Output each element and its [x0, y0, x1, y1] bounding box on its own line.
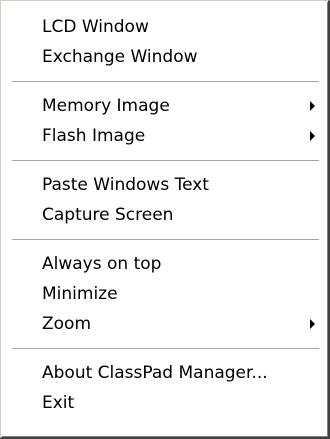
- submenu-arrow-icon: [310, 319, 315, 329]
- menu-item-label: LCD Window: [42, 17, 149, 37]
- submenu-arrow-icon: [310, 101, 315, 111]
- menu-item-about[interactable]: About ClassPad Manager...: [4, 358, 325, 388]
- menu-item-label: Memory Image: [42, 96, 170, 116]
- menu-separator: [12, 239, 319, 240]
- menu-item-flash-image[interactable]: Flash Image: [4, 121, 325, 151]
- menu-item-memory-image[interactable]: Memory Image: [4, 91, 325, 121]
- menu-item-capture-screen[interactable]: Capture Screen: [4, 200, 325, 230]
- menu-separator: [12, 348, 319, 349]
- menu-item-label: Flash Image: [42, 126, 146, 146]
- menu-item-paste-windows-text[interactable]: Paste Windows Text: [4, 170, 325, 200]
- context-menu: LCD Window Exchange Window Memory Image …: [0, 0, 330, 439]
- menu-item-exchange-window[interactable]: Exchange Window: [4, 42, 325, 72]
- menu-item-label: Exchange Window: [42, 47, 198, 67]
- menu-item-always-on-top[interactable]: Always on top: [4, 249, 325, 279]
- menu-separator: [12, 160, 319, 161]
- menu-item-label: Capture Screen: [42, 205, 174, 225]
- menu-item-exit[interactable]: Exit: [4, 388, 325, 418]
- menu-item-label: Paste Windows Text: [42, 175, 209, 195]
- menu-item-minimize[interactable]: Minimize: [4, 279, 325, 309]
- submenu-arrow-icon: [310, 131, 315, 141]
- menu-separator: [12, 81, 319, 82]
- menu-item-lcd-window[interactable]: LCD Window: [4, 12, 325, 42]
- menu-item-label: Exit: [42, 393, 75, 413]
- menu-item-label: Always on top: [42, 254, 162, 274]
- menu-item-label: Minimize: [42, 284, 118, 304]
- menu-item-label: About ClassPad Manager...: [42, 363, 268, 383]
- menu-item-zoom[interactable]: Zoom: [4, 309, 325, 339]
- menu-item-label: Zoom: [42, 314, 92, 334]
